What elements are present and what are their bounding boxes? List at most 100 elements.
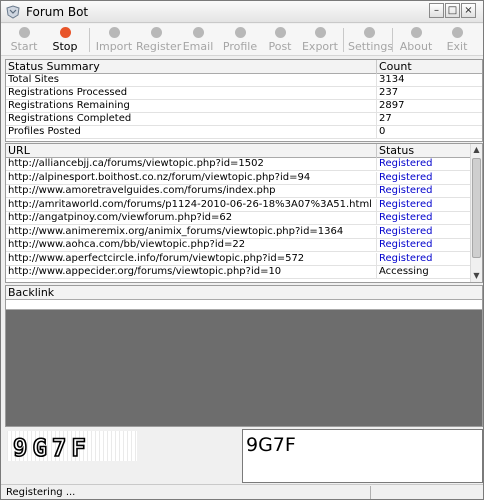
toolbar-separator — [89, 28, 90, 52]
captcha-image: 9G7F — [5, 429, 240, 483]
exit-button-label: Exit — [446, 40, 468, 53]
settings-icon — [363, 27, 375, 38]
backlink-panel: Backlink — [5, 285, 483, 427]
summary-count: 3134 — [379, 74, 405, 85]
export-icon — [314, 27, 326, 38]
post-button-label: Post — [268, 40, 292, 53]
captcha-image-text: 9G7F — [13, 434, 91, 461]
summary-count: 0 — [379, 126, 386, 137]
status-summary-table: Status Summary Count Total Sites 3134 Regi… — [5, 59, 483, 142]
url-row[interactable]: http://www.aperfectcircle.info/forum/vie… — [6, 252, 472, 266]
url-header-url[interactable]: URL — [6, 144, 377, 158]
url-status-cell: Registered — [379, 252, 433, 264]
import-button[interactable]: Import — [94, 25, 134, 55]
url-row[interactable]: http://www.amoretravelguides.com/forums/… — [6, 185, 472, 198]
url-cell: http://www.aohca.com/bb/viewtopic.php?id… — [6, 239, 377, 252]
scroll-down-arrow-icon[interactable]: ▼ — [471, 270, 482, 282]
captcha-input[interactable]: 9G7F — [242, 429, 483, 483]
url-row[interactable]: http://www.appecider.org/forums/viewtopi… — [6, 266, 472, 279]
register-button[interactable]: Register — [136, 25, 181, 55]
stop-button-label: Stop — [52, 40, 78, 53]
summary-row[interactable]: Registrations Processed 237 — [6, 87, 482, 100]
import-button-label: Import — [95, 40, 133, 53]
url-row[interactable]: http://amritaworld.com/forums/p1124-2010… — [6, 198, 472, 212]
register-button-label: Register — [136, 40, 182, 53]
url-status-cell: Registered — [379, 171, 433, 183]
profile-button-label: Profile — [222, 40, 258, 53]
summary-row[interactable]: Registrations Completed 27 — [6, 113, 482, 126]
url-row[interactable]: http://angatpinoy.com/viewforum.php?id=6… — [6, 212, 472, 225]
status-bar: Registering ... — [1, 484, 483, 499]
register-icon — [150, 27, 162, 38]
scroll-thumb[interactable] — [472, 158, 481, 258]
status-divider — [370, 486, 371, 499]
url-status-cell: Registered — [379, 239, 433, 250]
app-icon — [6, 5, 20, 19]
url-row[interactable]: http://www.animeremix.org/animix_forums/… — [6, 225, 472, 239]
import-icon — [108, 27, 120, 38]
url-cell: http://alpinesport.boithost.co.nz/forum/… — [6, 171, 377, 185]
post-icon — [274, 27, 286, 38]
profile-button[interactable]: Profile — [220, 25, 260, 55]
summary-row[interactable]: Registrations Remaining 2897 — [6, 100, 482, 113]
minimize-button[interactable]: – — [429, 3, 444, 18]
url-status-cell: Registered — [379, 158, 433, 169]
url-cell: http://www.aperfectcircle.info/forum/vie… — [6, 252, 377, 266]
url-cell: http://alliancebjj.ca/forums/viewtopic.p… — [6, 158, 377, 171]
email-button-label: Email — [182, 40, 214, 53]
backlink-input[interactable] — [6, 300, 482, 310]
url-status-cell: Registered — [379, 185, 433, 196]
url-cell: http://www.animeremix.org/animix_forums/… — [6, 225, 377, 239]
export-button[interactable]: Export — [300, 25, 340, 55]
toolbar: Start Stop Import Register Email Profile Post E… — [1, 24, 483, 56]
backlink-header: Backlink — [6, 286, 482, 300]
url-status-cell: Registered — [379, 198, 433, 210]
url-cell: http://angatpinoy.com/viewforum.php?id=6… — [6, 212, 377, 225]
url-row[interactable]: http://alliancebjj.ca/forums/viewtopic.p… — [6, 158, 472, 171]
post-button[interactable]: Post — [262, 25, 298, 55]
url-status-cell: Registered — [379, 212, 433, 223]
summary-header-label[interactable]: Status Summary — [6, 60, 377, 74]
email-icon — [192, 27, 204, 38]
profile-icon — [234, 27, 246, 38]
url-scrollbar[interactable]: ▲ ▼ — [470, 144, 482, 282]
status-text: Registering ... — [6, 487, 76, 498]
url-status-cell: Accessing — [379, 266, 429, 277]
summary-label: Registrations Completed — [6, 113, 377, 126]
about-icon — [410, 27, 422, 38]
about-button-label: About — [399, 40, 433, 53]
url-row[interactable]: http://www.aohca.com/bb/viewtopic.php?id… — [6, 239, 472, 252]
url-header-status[interactable]: Status — [377, 144, 472, 158]
url-cell: http://www.amoretravelguides.com/forums/… — [6, 185, 377, 198]
summary-label: Registrations Remaining — [6, 100, 377, 113]
toolbar-separator — [392, 28, 393, 52]
summary-row[interactable]: Total Sites 3134 — [6, 74, 482, 87]
email-button[interactable]: Email — [178, 25, 218, 55]
url-cell: http://www.appecider.org/forums/viewtopi… — [6, 266, 377, 279]
start-icon — [18, 27, 30, 38]
stop-button[interactable]: Stop — [45, 25, 85, 55]
summary-label: Total Sites — [6, 74, 377, 87]
settings-button-label: Settings — [348, 40, 394, 53]
exit-icon — [451, 27, 463, 38]
start-button[interactable]: Start — [5, 25, 43, 55]
summary-count: 2897 — [379, 100, 405, 111]
about-button[interactable]: About — [396, 25, 436, 55]
url-row[interactable]: http://alpinesport.boithost.co.nz/forum/… — [6, 171, 472, 185]
summary-header-count[interactable]: Count — [377, 60, 482, 74]
close-button[interactable]: × — [461, 3, 476, 18]
settings-button[interactable]: Settings — [348, 25, 394, 55]
toolbar-separator — [343, 28, 344, 52]
scroll-up-arrow-icon[interactable]: ▲ — [471, 144, 482, 156]
url-table: URL Status http://alliancebjj.ca/forums/… — [5, 143, 483, 283]
summary-label: Profiles Posted — [6, 126, 377, 139]
summary-header-row: Status Summary Count — [6, 60, 482, 74]
summary-label: Registrations Processed — [6, 87, 377, 100]
summary-row[interactable]: Profiles Posted 0 — [6, 126, 482, 139]
window-title: Forum Bot — [26, 5, 89, 19]
url-status-cell: Registered — [379, 225, 433, 237]
stop-icon — [59, 27, 71, 38]
summary-count: 237 — [379, 87, 399, 98]
maximize-button[interactable]: □ — [445, 3, 460, 18]
exit-button[interactable]: Exit — [438, 25, 476, 55]
